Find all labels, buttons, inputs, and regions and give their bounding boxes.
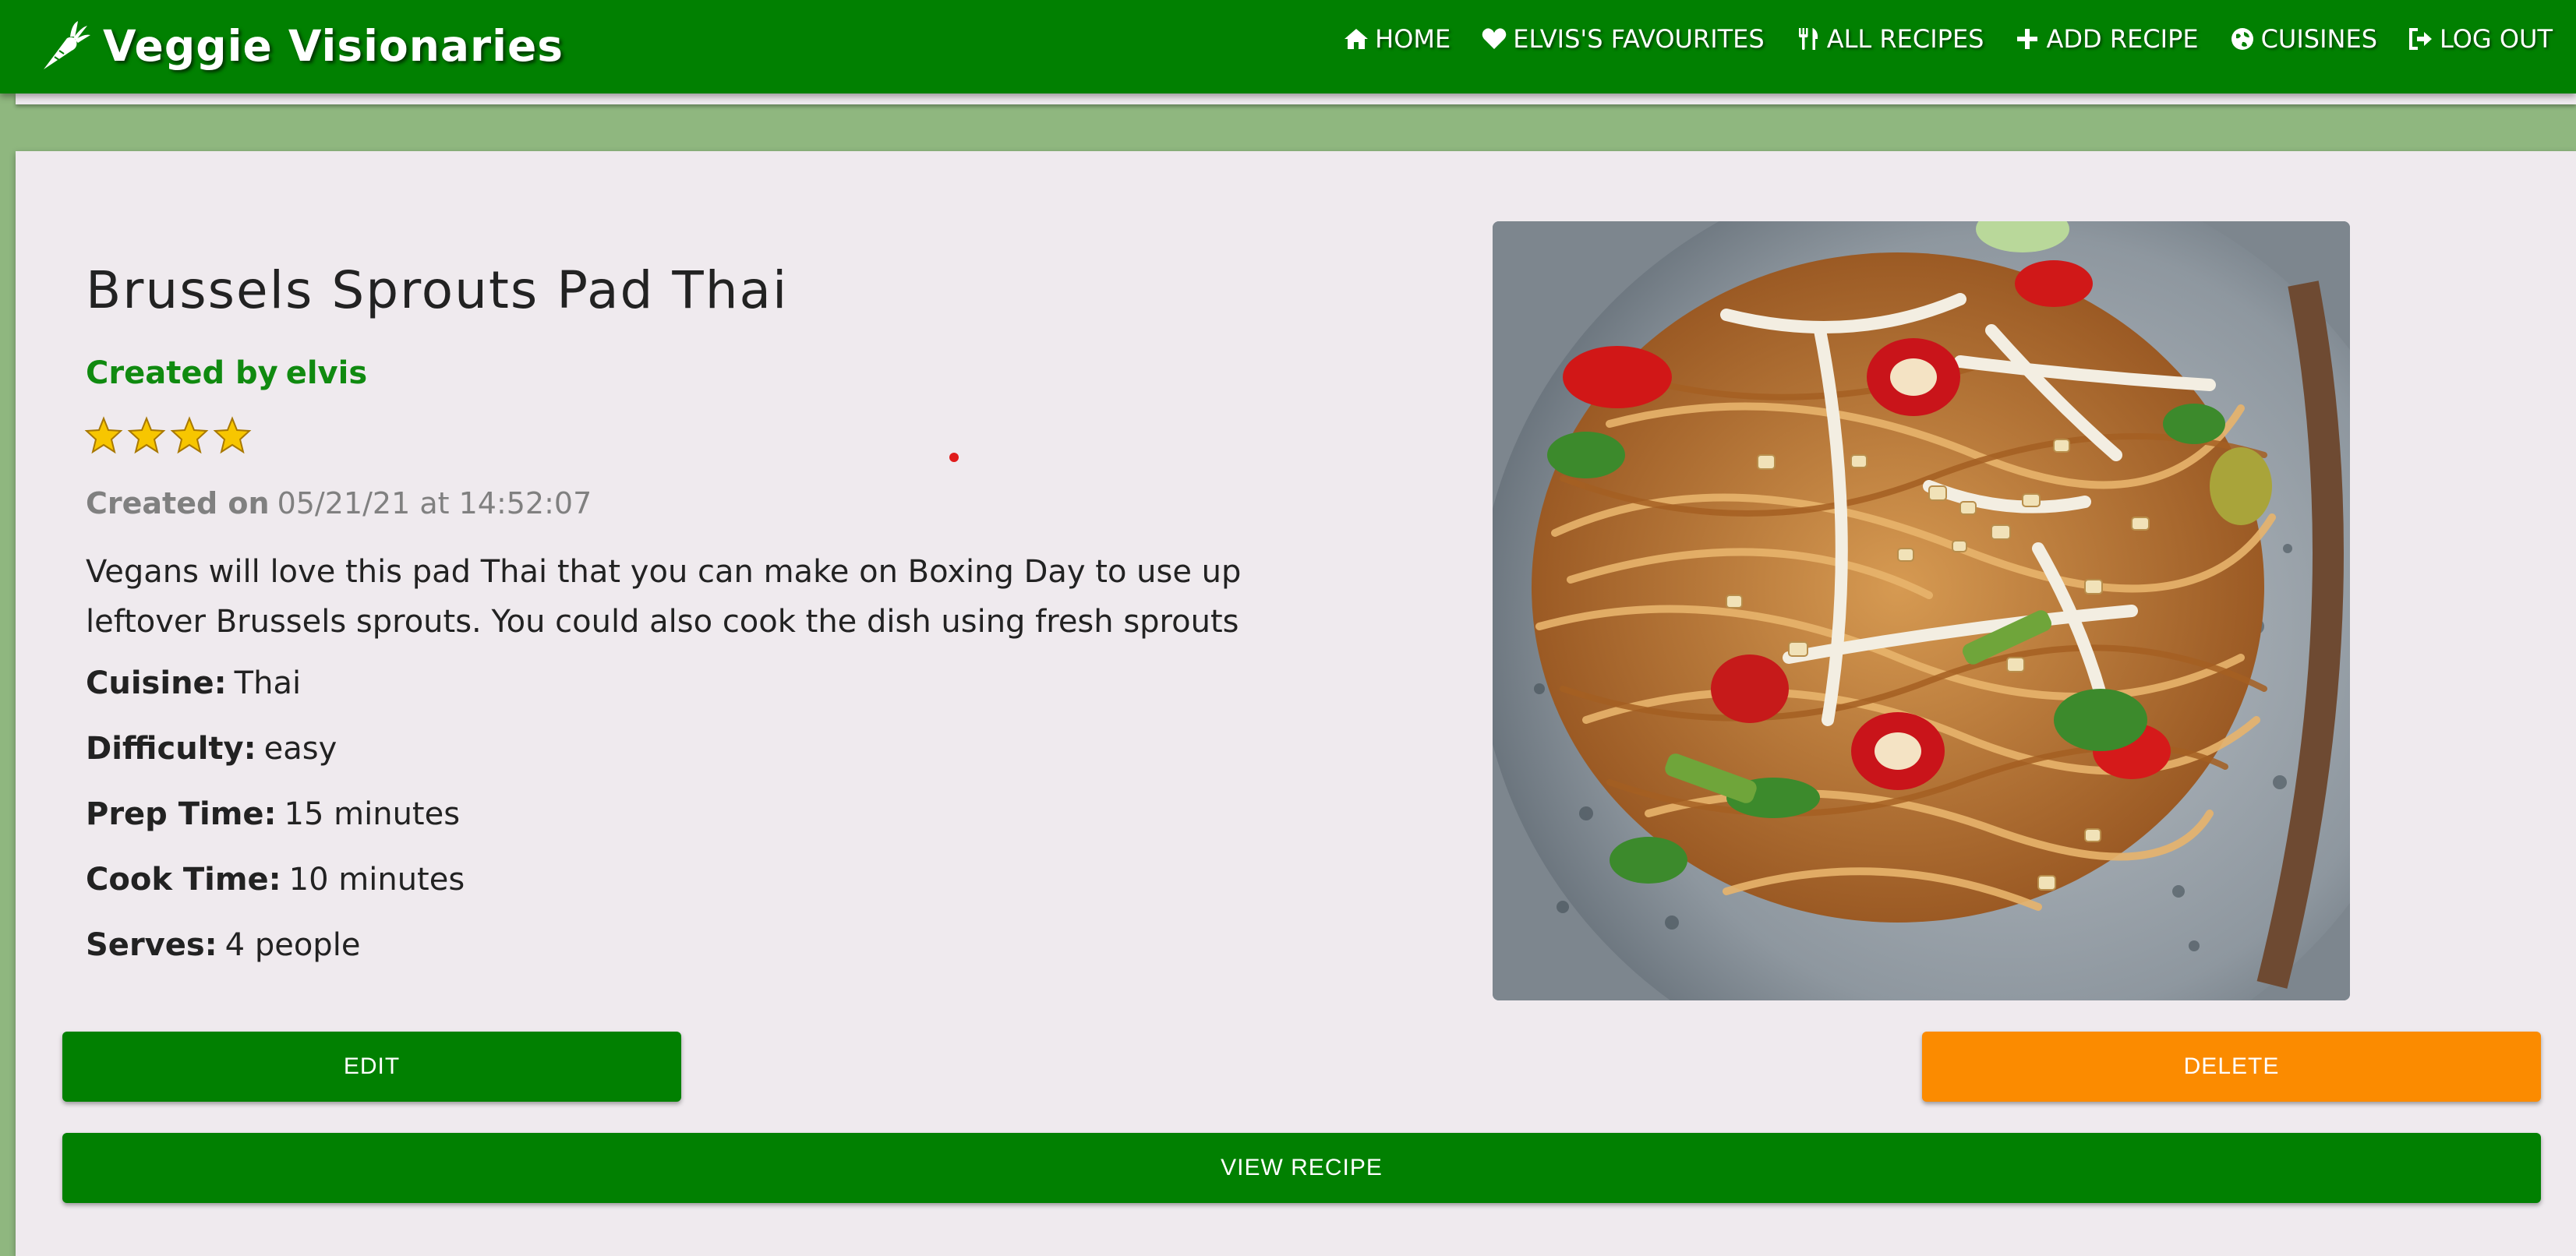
detail-cook-time: Cook Time: 10 minutes [86,862,465,898]
top-navbar: Veggie Visionaries HOME ELVIS'S FAVOURIT… [0,0,2576,93]
nav-cuisines-label: CUISINES [2260,24,2377,54]
detail-cuisine: Cuisine: Thai [86,665,301,701]
view-recipe-button[interactable]: VIEW RECIPE [62,1133,2541,1203]
recipe-author: elvis [285,355,368,391]
detail-label: Difficulty: [86,731,256,767]
detail-value: easy [263,731,337,767]
nav-cuisines[interactable]: CUISINES [2228,24,2377,54]
created-by-label: Created by [86,355,278,391]
nav-log-out[interactable]: LOG OUT [2407,24,2553,54]
star-icon [127,416,166,454]
recipe-image [1493,221,2350,1000]
recipe-creator: Created by elvis [86,355,367,391]
brand-name: Veggie Visionaries [103,21,564,71]
nav-favourites-label: ELVIS'S FAVOURITES [1513,24,1765,54]
rating-stars [84,416,256,455]
utensils-icon [1794,25,1822,53]
nav-home[interactable]: HOME [1342,24,1451,54]
nav-all-recipes-label: ALL RECIPES [1826,24,1984,54]
created-on: Created on 05/21/21 at 14:52:07 [86,486,592,520]
created-on-value: 05/21/21 at 14:52:07 [277,486,592,520]
recipe-title: Brussels Sprouts Pad Thai [86,260,789,320]
plus-icon [2013,25,2041,53]
cursor-indicator [949,453,959,462]
nav-links: HOME ELVIS'S FAVOURITES ALL RECIPES ADD … [1313,0,2553,78]
detail-label: Prep Time: [86,796,277,832]
star-icon [170,416,209,454]
nav-add-recipe[interactable]: ADD RECIPE [2013,24,2199,54]
nav-log-out-label: LOG OUT [2440,24,2553,54]
home-icon [1342,25,1370,53]
navbar-underlay [16,93,2576,104]
nav-add-recipe-label: ADD RECIPE [2046,24,2199,54]
nav-home-label: HOME [1375,24,1451,54]
carrot-icon [36,18,92,74]
nav-favourites[interactable]: ELVIS'S FAVOURITES [1480,24,1765,54]
edit-button[interactable]: EDIT [62,1032,681,1102]
detail-value: 15 minutes [284,796,461,832]
detail-label: Serves: [86,927,217,963]
delete-button[interactable]: DELETE [1922,1032,2541,1102]
detail-label: Cuisine: [86,665,227,701]
recipe-card: Brussels Sprouts Pad Thai Created by elvi… [16,151,2576,1256]
globe-icon [2228,25,2256,53]
detail-difficulty: Difficulty: easy [86,731,337,767]
heart-icon [1480,25,1508,53]
sign-out-icon [2407,25,2435,53]
detail-value: Thai [234,665,302,701]
star-icon [84,416,123,454]
brand-logo[interactable]: Veggie Visionaries [36,11,564,81]
detail-label: Cook Time: [86,862,281,898]
star-icon [213,416,252,454]
detail-value: 4 people [224,927,361,963]
recipe-description: Vegans will love this pad Thai that you … [86,554,1242,640]
detail-value: 10 minutes [288,862,465,898]
nav-all-recipes[interactable]: ALL RECIPES [1794,24,1984,54]
created-on-label: Created on [86,486,270,520]
detail-prep-time: Prep Time: 15 minutes [86,796,460,832]
detail-serves: Serves: 4 people [86,927,360,963]
